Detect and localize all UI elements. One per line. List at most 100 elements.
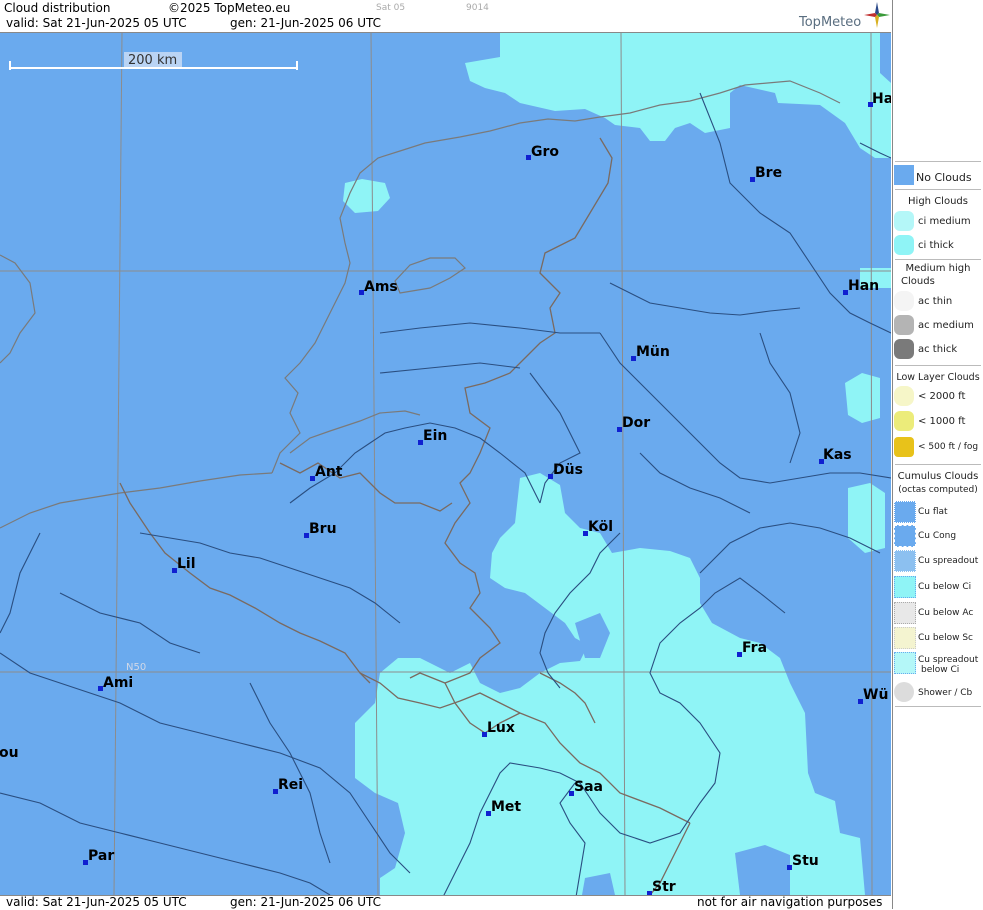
scale-label: 200 km — [128, 53, 177, 68]
city-label-rei: Rei — [278, 777, 303, 793]
city-label-fra: Fra — [742, 640, 767, 656]
city-ha[interactable]: Ha — [868, 91, 891, 107]
low-1000-swatch — [894, 411, 914, 431]
map-footer: valid: Sat 21-Jun-2025 05 UTC gen: 21-Ju… — [0, 895, 891, 910]
city-label-par: Par — [88, 848, 114, 864]
low-1000-label: < 1000 ft — [918, 416, 966, 427]
ac-thin-swatch — [894, 291, 914, 311]
city-label-met: Met — [491, 799, 521, 815]
city-label-stu: Stu — [792, 853, 819, 869]
city-str[interactable]: Str — [647, 879, 676, 895]
medium-clouds-title: Medium high — [905, 263, 971, 274]
cu-flat-swatch — [894, 501, 916, 523]
city-saa[interactable]: Saa — [569, 779, 603, 796]
map-canvas: 200 km N50 Ha Gro Bre Ams Han Mün Ein Do… — [0, 33, 891, 895]
city-ein[interactable]: Ein — [418, 428, 447, 445]
city-label-bre: Bre — [755, 165, 782, 181]
city-ant[interactable]: Ant — [310, 464, 343, 481]
city-label-ou: ou — [0, 745, 19, 761]
city-label-bru: Bru — [309, 521, 337, 537]
ci-thick-swatch — [894, 235, 914, 255]
ac-medium-label: ac medium — [918, 320, 974, 331]
map-header: Cloud distribution ©2025 TopMeteo.eu Sat… — [0, 0, 891, 33]
city-label-han: Han — [848, 278, 879, 294]
city-mun[interactable]: Mün — [631, 344, 670, 361]
cu-spreadout-swatch — [894, 550, 916, 572]
cu-spread-ci-label-2: below Ci — [921, 665, 960, 675]
generated-time: gen: 21-Jun-2025 06 UTC — [230, 16, 382, 30]
cumulus-subtitle: (octas computed) — [898, 485, 978, 495]
city-bru[interactable]: Bru — [304, 521, 337, 538]
city-label-kol: Köl — [588, 519, 613, 535]
tiny-code-label: 9014 — [466, 3, 489, 13]
city-rei[interactable]: Rei — [273, 777, 303, 794]
city-label-ami: Ami — [103, 675, 133, 691]
legend-panel: No Clouds High Clouds ci medium ci thick… — [892, 0, 983, 909]
low-2000-swatch — [894, 386, 914, 406]
shower-cb-swatch — [894, 682, 914, 702]
cu-below-ci-swatch — [894, 576, 916, 598]
city-dus[interactable]: Düs — [548, 462, 583, 479]
ac-thin-label: ac thin — [918, 296, 953, 307]
city-met[interactable]: Met — [486, 799, 521, 816]
city-gro[interactable]: Gro — [526, 144, 559, 160]
city-label-wu: Wü — [863, 687, 888, 703]
cu-below-ac-swatch — [894, 602, 916, 624]
city-wu[interactable]: Wü — [858, 687, 888, 704]
low-500-label: < 500 ft / fog — [918, 442, 979, 452]
cu-cong-swatch — [894, 525, 916, 547]
no-clouds-swatch — [894, 165, 914, 185]
cloud-area-east-1 — [845, 373, 880, 423]
tiny-run-label: Sat 05 — [376, 3, 406, 13]
shower-cb-label: Shower / Cb — [918, 688, 973, 698]
city-label-lil: Lil — [177, 556, 196, 572]
city-ami[interactable]: Ami — [98, 675, 133, 691]
low-500-swatch — [894, 437, 914, 457]
cu-flat-label: Cu flat — [918, 507, 948, 517]
footer-valid-time: valid: Sat 21-Jun-2025 05 UTC — [6, 895, 187, 909]
ac-thick-swatch — [894, 339, 914, 359]
cu-below-sc-swatch — [894, 627, 916, 649]
city-kas[interactable]: Kas — [819, 447, 852, 464]
city-label-ams: Ams — [364, 279, 398, 295]
city-par[interactable]: Par — [83, 848, 114, 865]
city-label-ein: Ein — [423, 428, 447, 444]
cu-below-sc-label: Cu below Sc — [918, 633, 973, 643]
cu-spread-ci-swatch — [894, 652, 916, 674]
city-label-ha: Ha — [872, 91, 891, 107]
no-clouds-label: No Clouds — [916, 171, 972, 184]
cloud-map[interactable]: 200 km N50 Ha Gro Bre Ams Han Mün Ein Do… — [0, 33, 891, 895]
cu-spread-ci-label: Cu spreadout below Ci — [918, 655, 978, 675]
city-fra[interactable]: Fra — [737, 640, 767, 657]
valid-time: valid: Sat 21-Jun-2025 05 UTC — [6, 16, 187, 30]
city-label-str: Str — [652, 879, 676, 895]
navigation-disclaimer: not for air navigation purposes — [697, 895, 883, 909]
city-ou[interactable]: ou — [0, 745, 19, 761]
product-title: Cloud distribution — [4, 1, 111, 15]
footer-generated-time: gen: 21-Jun-2025 06 UTC — [230, 895, 382, 909]
city-label-gro: Gro — [531, 144, 559, 160]
city-ams[interactable]: Ams — [359, 279, 398, 295]
latitude-label: N50 — [126, 662, 146, 673]
city-bre[interactable]: Bre — [750, 165, 782, 182]
compass-logo-icon — [864, 2, 890, 28]
city-stu[interactable]: Stu — [787, 853, 819, 870]
ac-thick-label: ac thick — [918, 344, 958, 355]
city-lux[interactable]: Lux — [482, 720, 515, 737]
high-clouds-title: High Clouds — [908, 196, 968, 207]
ci-medium-label: ci medium — [918, 216, 971, 227]
city-han[interactable]: Han — [843, 278, 879, 295]
ci-thick-label: ci thick — [918, 240, 954, 251]
cu-cong-label: Cu Cong — [918, 531, 957, 541]
cu-spread-ci-label-1: Cu spreadout — [918, 655, 979, 665]
cu-below-ac-label: Cu below Ac — [918, 608, 974, 618]
city-label-ant: Ant — [315, 464, 343, 480]
ac-medium-swatch — [894, 315, 914, 335]
city-label-saa: Saa — [574, 779, 603, 795]
cumulus-title: Cumulus Clouds — [897, 471, 979, 482]
city-label-lux: Lux — [487, 720, 515, 736]
city-dor[interactable]: Dor — [617, 415, 650, 432]
medium-clouds-title-2: Clouds — [901, 276, 935, 287]
ci-medium-swatch — [894, 211, 914, 231]
city-kol[interactable]: Köl — [583, 519, 613, 536]
